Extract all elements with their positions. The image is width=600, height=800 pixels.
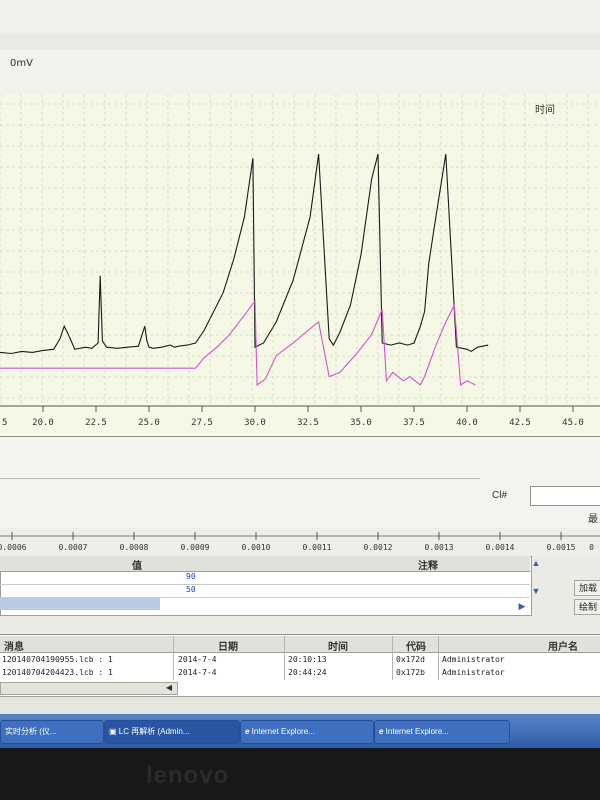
ruler-tick-label: 0.0015 (547, 543, 576, 552)
value-column-header: 值 (132, 561, 142, 572)
log-header-user: 用户名 (548, 642, 578, 653)
log-header-message: 消息 (4, 642, 24, 653)
channel-header (0, 50, 600, 95)
log-user: Administrator (442, 655, 505, 664)
y-axis-unit-label: 0mV (10, 58, 33, 69)
x-tick-label: 32.5 (297, 418, 319, 428)
x-tick-label: 25.0 (138, 418, 160, 428)
x-tick-label: 40.0 (456, 418, 478, 428)
ruler-tick-label: 0.0007 (59, 543, 88, 552)
ruler-tick-label: 0.0009 (181, 543, 210, 552)
monitor-bezel (0, 748, 600, 800)
x-tick-label: 45.0 (562, 418, 584, 428)
taskbar-item-ie-2[interactable]: e Internet Explore... (374, 720, 510, 744)
scroll-up-icon[interactable]: ▲ (530, 558, 542, 570)
log-code: 0x172d (396, 655, 425, 664)
right-panel-fragment: 最 (588, 514, 598, 525)
chromatogram-chart[interactable]: 20.0 22.5 25.0 27.5 30.0 32.5 35.0 37.5 40.0 42.5… (0, 94, 600, 436)
value-cell-2: 50 (186, 585, 196, 594)
log-header-date: 日期 (218, 642, 238, 653)
left-tick-fragment: 5 (2, 418, 7, 428)
value-cell-1: 90 (186, 572, 196, 581)
taskbar-item-reanalysis[interactable]: ▣ LC 再解析 (Admin... (104, 720, 240, 744)
ruler-tick-label: 0.0010 (242, 543, 271, 552)
taskbar-item-label: Internet Explore... (251, 727, 315, 736)
log-header-time: 时间 (328, 642, 348, 653)
log-horizontal-scrollbar[interactable] (0, 682, 178, 695)
ruler-tick-label: 0.0014 (486, 543, 515, 552)
log-user: Administrator (442, 668, 505, 677)
scroll-down-icon[interactable]: ▼ (530, 586, 542, 598)
log-message: 120140704204423.lcb : 1 (2, 668, 113, 677)
x-tick-label: 27.5 (191, 418, 213, 428)
log-date: 2014-7-4 (178, 655, 217, 664)
scroll-right-icon[interactable]: ▶ (516, 601, 528, 613)
ruler-tick-label: 0 (589, 543, 594, 552)
field-panel (0, 436, 600, 529)
ie-icon: e (379, 727, 386, 736)
log-message: 120140704190955.lcb : 1 (2, 655, 113, 664)
x-axis-label: 时间 (535, 103, 555, 116)
scroll-left-icon[interactable]: ◀ (163, 683, 175, 693)
log-time: 20:10:13 (288, 655, 327, 664)
ruler-tick-label: 0.0013 (425, 543, 454, 552)
taskbar-item-label: 实时分析 (仪... (5, 727, 57, 736)
x-tick-label: 35.0 (350, 418, 372, 428)
log-table-header (0, 636, 600, 653)
value-table-row-1[interactable] (0, 571, 530, 585)
x-tick-label: 30.0 (244, 418, 266, 428)
taskbar-item-realtime[interactable]: 实时分析 (仪... (0, 720, 104, 744)
ruler-tick-label: 0.0008 (120, 543, 149, 552)
x-tick-label: 20.0 (32, 418, 54, 428)
log-date: 2014-7-4 (178, 668, 217, 677)
x-tick-label: 42.5 (509, 418, 531, 428)
ruler-tick-label: 0.0011 (303, 543, 332, 552)
draw-button[interactable]: 绘制 (574, 599, 600, 615)
cl-field-label: Cl# (492, 490, 508, 501)
x-tick-label: 22.5 (85, 418, 107, 428)
value-table-selection (0, 598, 160, 610)
taskbar-item-label: Internet Explore... (385, 727, 449, 736)
app-icon: ▣ (109, 727, 119, 736)
status-strip (0, 696, 600, 715)
scale-ruler: 0.0006 0.0007 0.0008 0.0009 0.0010 0.0011 0.00… (0, 528, 600, 556)
cl-field-input[interactable] (530, 486, 600, 506)
note-column-header: 注释 (418, 561, 438, 572)
field-row-line (0, 478, 480, 479)
x-tick-label: 37.5 (403, 418, 425, 428)
top-toolbar-strip-2 (0, 34, 600, 51)
value-table-row-2[interactable] (0, 584, 530, 598)
taskbar-item-ie-1[interactable]: e Internet Explore... (240, 720, 374, 744)
top-toolbar-strip-1 (0, 0, 600, 35)
ruler-tick-label: 0.0012 (364, 543, 393, 552)
monitor-brand-logo: lenovo (146, 762, 230, 789)
log-code: 0x172b (396, 668, 425, 677)
ie-icon: e (245, 727, 252, 736)
taskbar-item-label: LC 再解析 (Admin... (118, 727, 190, 736)
ruler-tick-label: 0.0006 (0, 543, 27, 552)
load-button[interactable]: 加载 (574, 580, 600, 596)
log-time: 20:44:24 (288, 668, 327, 677)
value-table-header (0, 556, 530, 572)
log-header-code: 代码 (406, 642, 426, 653)
